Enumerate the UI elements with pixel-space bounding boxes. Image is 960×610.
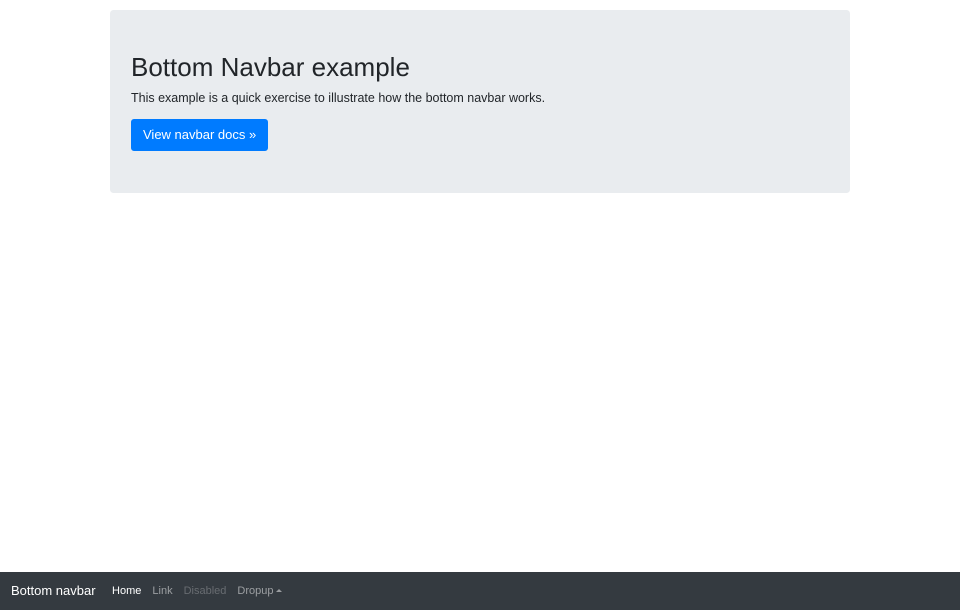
nav-link-home[interactable]: Home xyxy=(107,578,147,605)
caret-up-icon xyxy=(276,589,282,592)
nav-link-dropup[interactable]: Dropup xyxy=(232,578,288,605)
nav-link-dropup-label: Dropup xyxy=(237,585,273,597)
jumbotron: Bottom Navbar example This example is a … xyxy=(110,10,850,193)
nav-link-disabled: Disabled xyxy=(178,578,232,605)
bottom-navbar: Bottom navbar Home Link Disabled Dropup xyxy=(0,572,960,610)
page-description: This example is a quick exercise to illu… xyxy=(131,89,829,108)
nav-item-disabled: Disabled xyxy=(178,578,232,605)
nav-item-dropup: Dropup xyxy=(232,578,288,605)
nav-item-link: Link xyxy=(147,578,178,605)
nav-link-link[interactable]: Link xyxy=(147,578,178,605)
main-content: Bottom Navbar example This example is a … xyxy=(0,10,960,193)
nav-item-home: Home xyxy=(107,578,147,605)
view-navbar-docs-button[interactable]: View navbar docs » xyxy=(131,119,268,152)
page-title: Bottom Navbar example xyxy=(131,52,829,83)
navbar-nav: Home Link Disabled Dropup xyxy=(107,578,288,605)
navbar-brand[interactable]: Bottom navbar xyxy=(11,582,96,600)
